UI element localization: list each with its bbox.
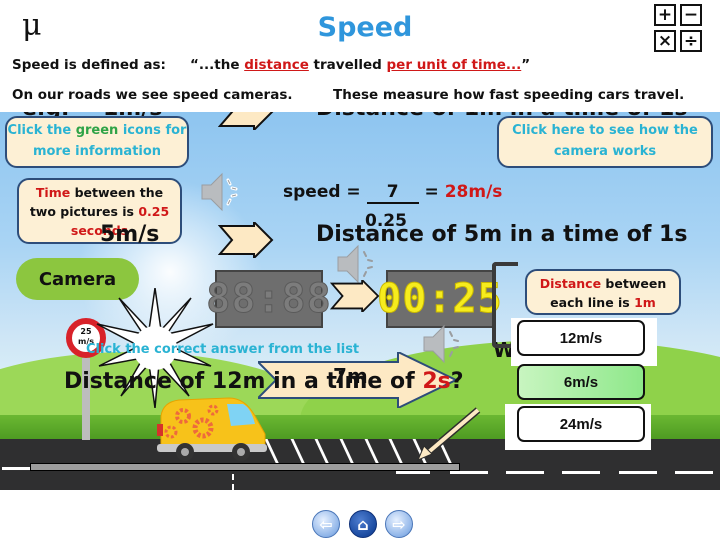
page-title: Speed xyxy=(317,12,413,43)
quote-text: travelled xyxy=(308,57,387,73)
speed-formula: speed = 7 = 28m/s xyxy=(283,182,502,204)
road-curb xyxy=(30,463,460,471)
note-text: two pictures is xyxy=(29,204,139,219)
arrow-right-icon xyxy=(217,219,274,261)
camera-info-button[interactable]: Click here to see how the camera works xyxy=(497,116,713,168)
question-text-part: ? xyxy=(450,369,464,394)
arrow-right-icon xyxy=(217,112,274,133)
minus-icon: − xyxy=(680,4,702,26)
quote-distance: distance xyxy=(244,57,309,73)
next-button[interactable]: ⇨ xyxy=(385,510,413,538)
lane-marking xyxy=(506,471,544,474)
logo-mu: μ xyxy=(22,8,42,43)
note-text: each line is xyxy=(550,295,635,310)
note-red-word: Distance xyxy=(539,276,602,291)
note-red-word: Time xyxy=(35,185,71,200)
quote-time: per unit of time... xyxy=(386,57,522,73)
question-text-part: Distance of 12m in a time of xyxy=(64,369,423,394)
van-icon xyxy=(155,394,269,462)
lane-marking xyxy=(396,471,430,474)
intro-measure: These measure how fast speeding cars tra… xyxy=(333,87,685,103)
definition-label: Speed is defined as: xyxy=(12,57,166,73)
note-text: Click here to see how the xyxy=(512,123,698,138)
previous-button[interactable]: ⇦ xyxy=(312,510,340,538)
quote-text: “...the xyxy=(190,57,245,73)
note-text: the xyxy=(46,123,76,138)
info-note-line-distance: Distance between each line is 1m xyxy=(525,269,681,315)
timer-before: 88:88 xyxy=(206,270,331,328)
divide-icon: ÷ xyxy=(680,30,702,52)
intro-roads: On our roads we see speed cameras. xyxy=(12,87,293,103)
note-text: camera works xyxy=(553,144,657,159)
formula-equals: = xyxy=(418,182,445,202)
question-time: 2s xyxy=(422,369,451,394)
question-text: Distance of 12m in a time of 2s? xyxy=(64,369,464,394)
note-text: icons for xyxy=(118,123,187,138)
note-text: more information xyxy=(32,144,162,159)
quote-text: ” xyxy=(521,57,531,73)
scene: e.g. 1m/s Distance of 1m in a time of 1s… xyxy=(0,112,720,490)
lane-marking xyxy=(232,474,234,490)
note-text: Click xyxy=(7,123,47,138)
answer-option-highlighted[interactable]: 6m/s xyxy=(517,364,645,400)
formula-result: 28m/s xyxy=(444,182,503,202)
speaker-icon[interactable] xyxy=(200,170,240,214)
answer-option[interactable]: 12m/s xyxy=(517,320,645,356)
example2-speed: 5m/s xyxy=(100,222,160,247)
timer-after: 00:25 xyxy=(377,270,502,328)
speaker-icon[interactable] xyxy=(422,322,462,366)
plus-icon: + xyxy=(654,4,676,26)
definition-quote: “...the distance travelled per unit of t… xyxy=(190,57,530,73)
lane-marking xyxy=(2,467,30,470)
note-text: between the xyxy=(70,185,164,200)
lane-marking xyxy=(450,471,488,474)
home-button[interactable]: ⌂ xyxy=(349,510,377,538)
lane-marking xyxy=(562,471,600,474)
arrow-right-icon xyxy=(329,277,380,315)
answer-option[interactable]: 24m/s xyxy=(517,406,645,442)
note-text: between xyxy=(601,276,667,291)
info-note-green-icons: Click the green icons for more informati… xyxy=(5,116,189,168)
formula-numerator: 7 xyxy=(366,182,419,204)
formula-prefix: speed = xyxy=(283,182,367,202)
lane-marking xyxy=(675,471,713,474)
note-red-value: 1m xyxy=(634,295,656,310)
pointer-arrow-icon xyxy=(412,402,492,462)
note-red-value: 0.25 xyxy=(138,204,170,219)
note-green-word: green xyxy=(75,123,119,138)
lane-marking xyxy=(619,471,657,474)
math-operators-icon[interactable]: + − × ÷ xyxy=(654,4,704,52)
multiply-icon: × xyxy=(654,30,676,52)
